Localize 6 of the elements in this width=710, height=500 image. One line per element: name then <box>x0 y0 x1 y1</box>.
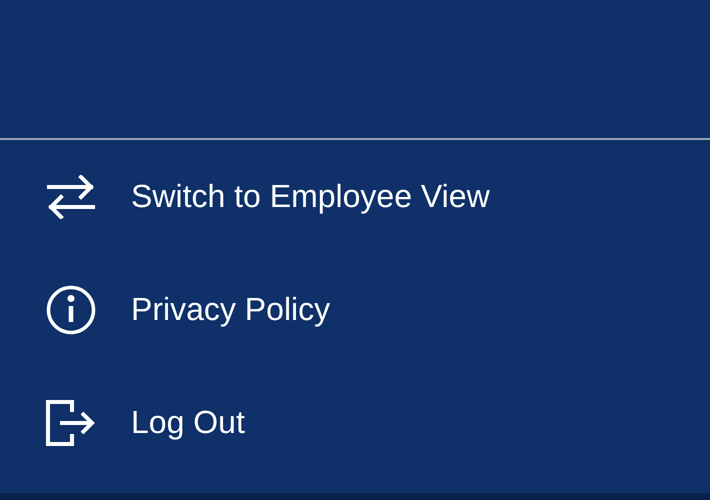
info-icon <box>46 284 96 334</box>
swap-arrows-icon <box>47 174 95 218</box>
menu-item[interactable]: Log Out <box>45 400 245 446</box>
menu-item[interactable]: Privacy Policy <box>45 284 330 334</box>
menu-item[interactable]: Switch to Employee View <box>45 174 490 218</box>
logout-icon <box>46 400 96 446</box>
